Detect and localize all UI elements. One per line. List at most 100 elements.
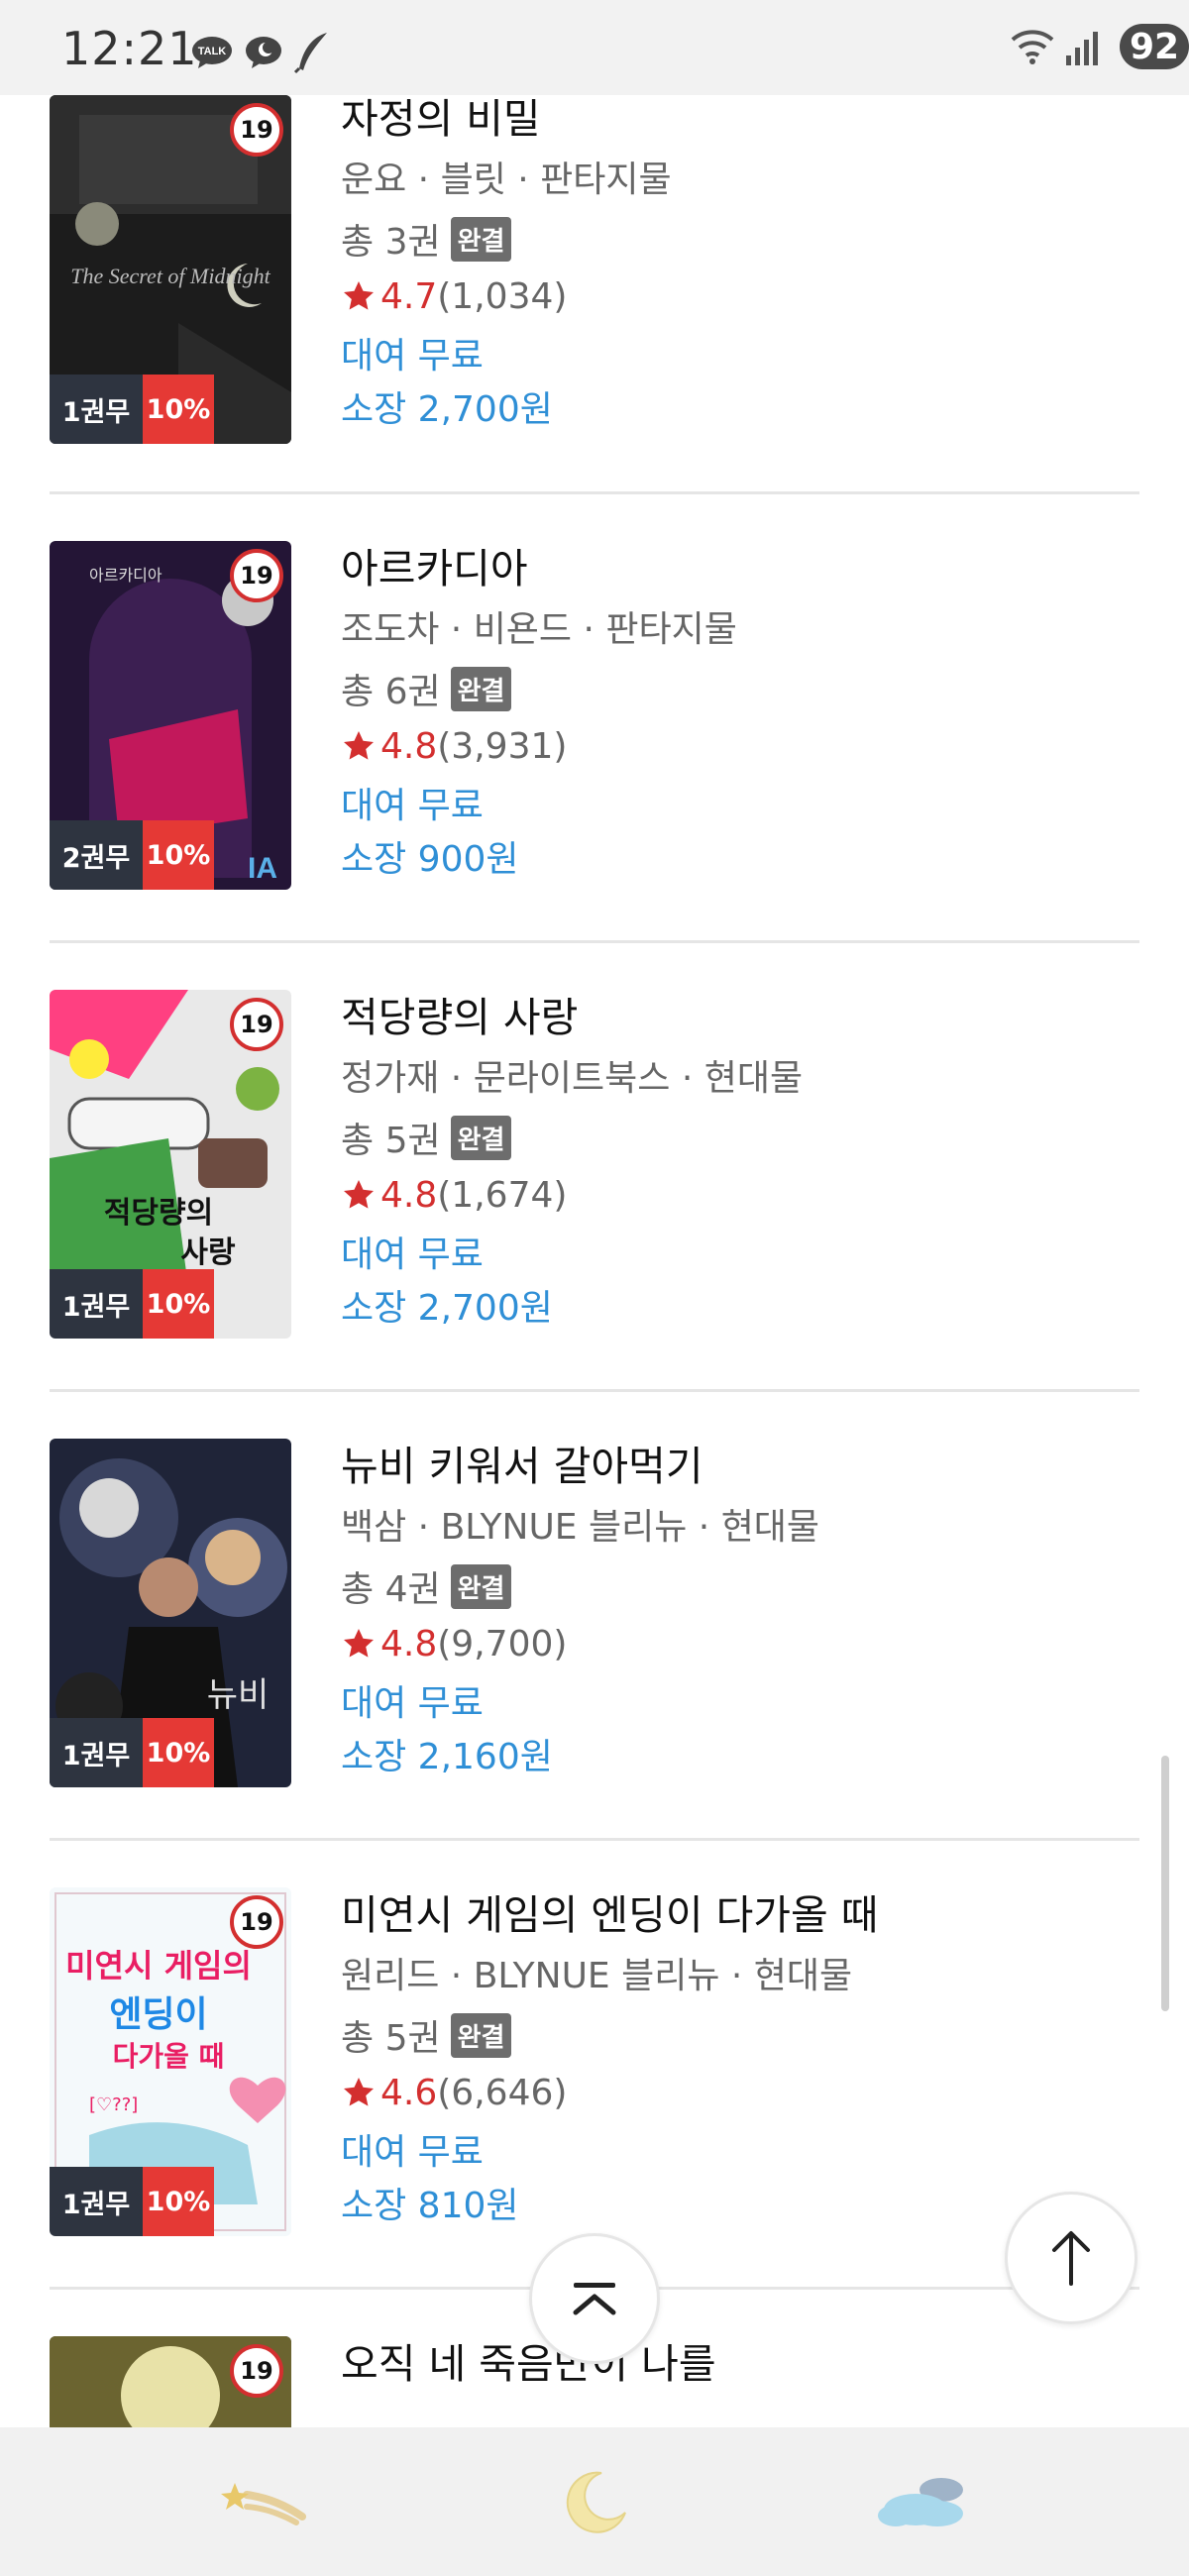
rating-value: 4.6 bbox=[380, 2072, 438, 2113]
rating-count: (9,700) bbox=[437, 1623, 568, 1664]
rating-row: 4.8 (1,674) bbox=[341, 1166, 1134, 1224]
volume-count: 총 3권 bbox=[341, 222, 441, 263]
book-meta: 운요 · 블릿 · 판타지물 bbox=[341, 160, 672, 200]
free-volume-badge: 1권무 bbox=[50, 375, 143, 444]
rent-price[interactable]: 대여 무료 bbox=[341, 329, 1134, 382]
cloud-icon bbox=[878, 2478, 963, 2526]
book-title[interactable]: 아르카디아 bbox=[341, 541, 1134, 602]
rating-value: 4.7 bbox=[380, 275, 438, 317]
book-info: 뉴비 키워서 갈아먹기 백삼 · BLYNUE 블리뉴 · 현대물 총 4권 완… bbox=[341, 1439, 1134, 1783]
arrow-up-icon bbox=[1052, 2231, 1090, 2286]
star-icon bbox=[344, 281, 374, 310]
rent-price[interactable]: 대여 무료 bbox=[341, 2125, 1134, 2179]
list-item[interactable]: 미연시 게임의 엔딩이 다가올 때 [♡??] 19 1권무 10% 미연시 게… bbox=[50, 1838, 1139, 2286]
star-icon bbox=[344, 2078, 374, 2106]
rent-price[interactable]: 대여 무료 bbox=[341, 1676, 1134, 1730]
complete-badge: 완결 bbox=[450, 216, 512, 262]
list-item[interactable]: 아르카디아 IA 19 2권무 10% 아르카디아 조도차 · 비욘드 · 판타… bbox=[50, 491, 1139, 939]
discount-badge: 10% bbox=[143, 1718, 214, 1787]
discount-badge: 10% bbox=[143, 375, 214, 444]
rent-price[interactable]: 대여 무료 bbox=[341, 1228, 1134, 1281]
book-info: 적당량의 사랑 정가재 · 문라이트북스 · 현대물 총 5권 완결 4.8 (… bbox=[341, 990, 1134, 1335]
svg-text:뉴비: 뉴비 bbox=[207, 1675, 270, 1715]
discount-badge: 10% bbox=[143, 1269, 214, 1339]
nav-cloud[interactable] bbox=[866, 2457, 985, 2546]
scrollbar[interactable] bbox=[1161, 1756, 1169, 2011]
free-volume-badge: 1권무 bbox=[50, 2167, 143, 2236]
book-cover[interactable]: The Secret of Midnight 19 1권무 10% bbox=[50, 95, 291, 444]
shooting-star-icon bbox=[221, 2483, 306, 2525]
volume-count: 총 5권 bbox=[341, 1121, 441, 1161]
list-item[interactable]: 적당량의 사랑 19 1권무 10% 적당량의 사랑 정가재 · 문라이트북스 … bbox=[50, 940, 1139, 1388]
own-price[interactable]: 소장 2,700원 bbox=[341, 1281, 1134, 1335]
book-cover[interactable]: 뉴비 1권무 10% bbox=[50, 1439, 291, 1787]
volume-count: 총 4권 bbox=[341, 1569, 441, 1610]
book-cover[interactable]: 아르카디아 IA 19 2권무 10% bbox=[50, 541, 291, 890]
nav-moon[interactable] bbox=[537, 2457, 656, 2546]
volume-count: 총 6권 bbox=[341, 672, 441, 712]
svg-text:사랑: 사랑 bbox=[180, 1235, 236, 1270]
nav-shooting-star[interactable] bbox=[202, 2457, 321, 2546]
book-title[interactable]: 뉴비 키워서 갈아먹기 bbox=[341, 1439, 1134, 1500]
svg-text:엔딩이: 엔딩이 bbox=[109, 1994, 207, 2035]
svg-text:아르카디아: 아르카디아 bbox=[89, 566, 162, 585]
book-cover[interactable]: 미연시 게임의 엔딩이 다가올 때 [♡??] 19 1권무 10% bbox=[50, 1887, 291, 2236]
rating-row: 4.8 (9,700) bbox=[341, 1615, 1134, 1672]
age-rating-badge: 19 bbox=[230, 2344, 283, 2398]
volume-count: 총 5권 bbox=[341, 2018, 441, 2059]
free-volume-badge: 1권무 bbox=[50, 1269, 143, 1339]
book-title[interactable]: 오직 네 죽음만이 나를 bbox=[341, 2336, 1134, 2398]
rating-value: 4.8 bbox=[380, 725, 438, 767]
svg-text:적당량의: 적당량의 bbox=[104, 1196, 213, 1231]
svg-text:미연시 게임의: 미연시 게임의 bbox=[65, 1947, 252, 1985]
volume-row: 총 4권 완결 bbox=[341, 1557, 1134, 1615]
book-title[interactable]: 자정의 비밀 bbox=[341, 91, 1134, 153]
rating-row: 4.6 (6,646) bbox=[341, 2064, 1134, 2121]
book-cover[interactable]: 19 bbox=[50, 2336, 291, 2427]
book-meta: 정가재 · 문라이트북스 · 현대물 bbox=[341, 1058, 804, 1099]
own-price[interactable]: 소장 900원 bbox=[341, 832, 1134, 886]
volume-row: 총 5권 완결 bbox=[341, 2006, 1134, 2064]
book-title[interactable]: 미연시 게임의 엔딩이 다가올 때 bbox=[341, 1887, 1134, 1949]
rating-count: (1,034) bbox=[437, 275, 568, 317]
divider bbox=[50, 491, 1139, 494]
book-meta: 원리드 · BLYNUE 블리뉴 · 현대물 bbox=[341, 1956, 853, 1996]
own-price[interactable]: 소장 2,160원 bbox=[341, 1730, 1134, 1783]
svg-text:다가올 때: 다가올 때 bbox=[113, 2040, 225, 2073]
free-volume-badge: 1권무 bbox=[50, 1718, 143, 1787]
star-icon bbox=[344, 731, 374, 760]
rating-value: 4.8 bbox=[380, 1623, 438, 1664]
free-volume-badge: 2권무 bbox=[50, 820, 143, 890]
rating-row: 4.8 (3,931) bbox=[341, 717, 1134, 775]
rating-value: 4.8 bbox=[380, 1174, 438, 1216]
book-meta: 조도차 · 비욘드 · 판타지물 bbox=[341, 609, 737, 650]
collapse-button[interactable] bbox=[529, 2233, 660, 2364]
list-item[interactable]: The Secret of Midnight 19 1권무 10% 자정의 비밀… bbox=[50, 44, 1139, 491]
rent-price[interactable]: 대여 무료 bbox=[341, 779, 1134, 832]
star-icon bbox=[344, 1629, 374, 1658]
list-item[interactable]: 뉴비 1권무 10% 뉴비 키워서 갈아먹기 백삼 · BLYNUE 블리뉴 ·… bbox=[50, 1389, 1139, 1837]
age-rating-badge: 19 bbox=[230, 549, 283, 602]
age-rating-badge: 19 bbox=[230, 103, 283, 157]
volume-row: 총 6권 완결 bbox=[341, 660, 1134, 717]
divider bbox=[50, 1389, 1139, 1392]
svg-text:The Secret of Midnight: The Secret of Midnight bbox=[70, 264, 270, 288]
book-info: 오직 네 죽음만이 나를 bbox=[341, 2336, 1134, 2398]
volume-row: 총 3권 완결 bbox=[341, 210, 1134, 268]
complete-badge: 완결 bbox=[450, 1563, 512, 1609]
discount-badge: 10% bbox=[143, 820, 214, 890]
complete-badge: 완결 bbox=[450, 2012, 512, 2058]
book-info: 미연시 게임의 엔딩이 다가올 때 원리드 · BLYNUE 블리뉴 · 현대물… bbox=[341, 1887, 1134, 2232]
collapse-up-icon bbox=[573, 2283, 616, 2315]
rating-count: (3,931) bbox=[437, 725, 568, 767]
book-info: 아르카디아 조도차 · 비욘드 · 판타지물 총 6권 완결 4.8 (3,93… bbox=[341, 541, 1134, 886]
complete-badge: 완결 bbox=[450, 666, 512, 711]
book-title[interactable]: 적당량의 사랑 bbox=[341, 990, 1134, 1051]
own-price[interactable]: 소장 2,700원 bbox=[341, 382, 1134, 436]
age-rating-badge: 19 bbox=[230, 998, 283, 1051]
book-meta: 백삼 · BLYNUE 블리뉴 · 현대물 bbox=[341, 1507, 820, 1548]
divider bbox=[50, 940, 1139, 943]
book-cover[interactable]: 적당량의 사랑 19 1권무 10% bbox=[50, 990, 291, 1339]
scroll-to-top-button[interactable] bbox=[1005, 2192, 1137, 2324]
star-icon bbox=[344, 1180, 374, 1209]
